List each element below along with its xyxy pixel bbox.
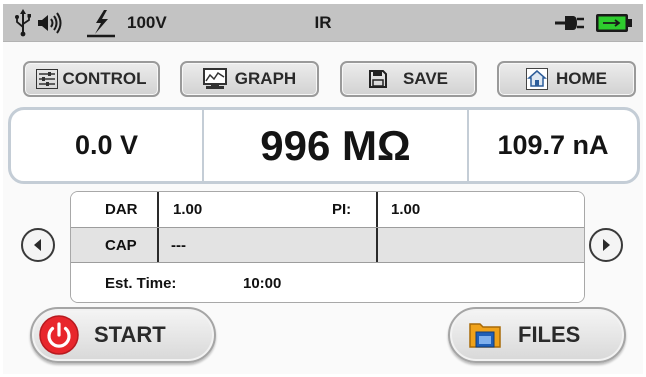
- speaker-icon: [37, 4, 63, 42]
- table-row: Est. Time: 10:00: [71, 263, 584, 302]
- resistance-reading: 996 MΩ: [260, 121, 411, 169]
- table-row: DAR 1.00 PI: 1.00: [71, 192, 584, 227]
- column-divider: [157, 192, 159, 227]
- home-button[interactable]: HOME: [497, 61, 636, 97]
- start-button[interactable]: START: [30, 307, 216, 363]
- column-divider: [376, 192, 378, 227]
- graph-button[interactable]: GRAPH: [180, 61, 319, 97]
- est-time-value: 10:00: [243, 274, 282, 292]
- usb-icon: [13, 4, 33, 42]
- sliders-icon: [36, 69, 59, 89]
- floppy-disk-icon: [368, 70, 387, 88]
- files-button[interactable]: FILES: [448, 307, 626, 363]
- save-button[interactable]: SAVE: [340, 61, 477, 97]
- control-button[interactable]: CONTROL: [23, 61, 160, 97]
- arrow-left-icon: [31, 238, 45, 252]
- previous-page-button[interactable]: [21, 228, 55, 262]
- arrow-right-icon: [599, 238, 613, 252]
- graph-button-label: GRAPH: [234, 69, 297, 88]
- dar-value: 1.00: [173, 201, 203, 218]
- status-bar: 100V IR: [3, 4, 643, 42]
- files-button-label: FILES: [518, 322, 581, 347]
- control-button-label: CONTROL: [62, 69, 147, 88]
- dar-label: DAR: [105, 201, 138, 218]
- power-icon: [38, 314, 80, 356]
- folder-icon: [468, 319, 502, 351]
- battery-charging-icon: [595, 4, 633, 42]
- voltage-reading: 0.0 V: [74, 130, 139, 160]
- next-page-button[interactable]: [589, 228, 623, 262]
- column-divider: [376, 228, 378, 262]
- start-button-label: START: [94, 322, 166, 347]
- meter-screen: 100V IR CONTROL GRAPH SAVE HOME 0.0 V 99…: [3, 4, 643, 374]
- current-reading: 109.7 nA: [497, 130, 609, 160]
- cap-value: ---: [171, 236, 186, 254]
- graph-monitor-icon: [202, 68, 227, 90]
- high-voltage-icon: [87, 4, 115, 42]
- cap-label: CAP: [105, 236, 137, 254]
- table-row: CAP ---: [71, 227, 584, 263]
- pi-label: PI:: [332, 201, 352, 218]
- pi-value: 1.00: [391, 201, 421, 218]
- measurement-panel: 0.0 V 996 MΩ 109.7 nA: [8, 107, 640, 184]
- results-table: DAR 1.00 PI: 1.00 CAP --- Est. Time: 10:…: [70, 191, 585, 303]
- test-voltage-indicator: 100V: [127, 13, 167, 32]
- home-icon: [526, 68, 548, 90]
- home-button-label: HOME: [556, 69, 607, 88]
- est-time-label: Est. Time:: [105, 274, 177, 292]
- power-plug-icon: [555, 4, 585, 42]
- save-button-label: SAVE: [402, 69, 449, 88]
- column-divider: [157, 228, 159, 262]
